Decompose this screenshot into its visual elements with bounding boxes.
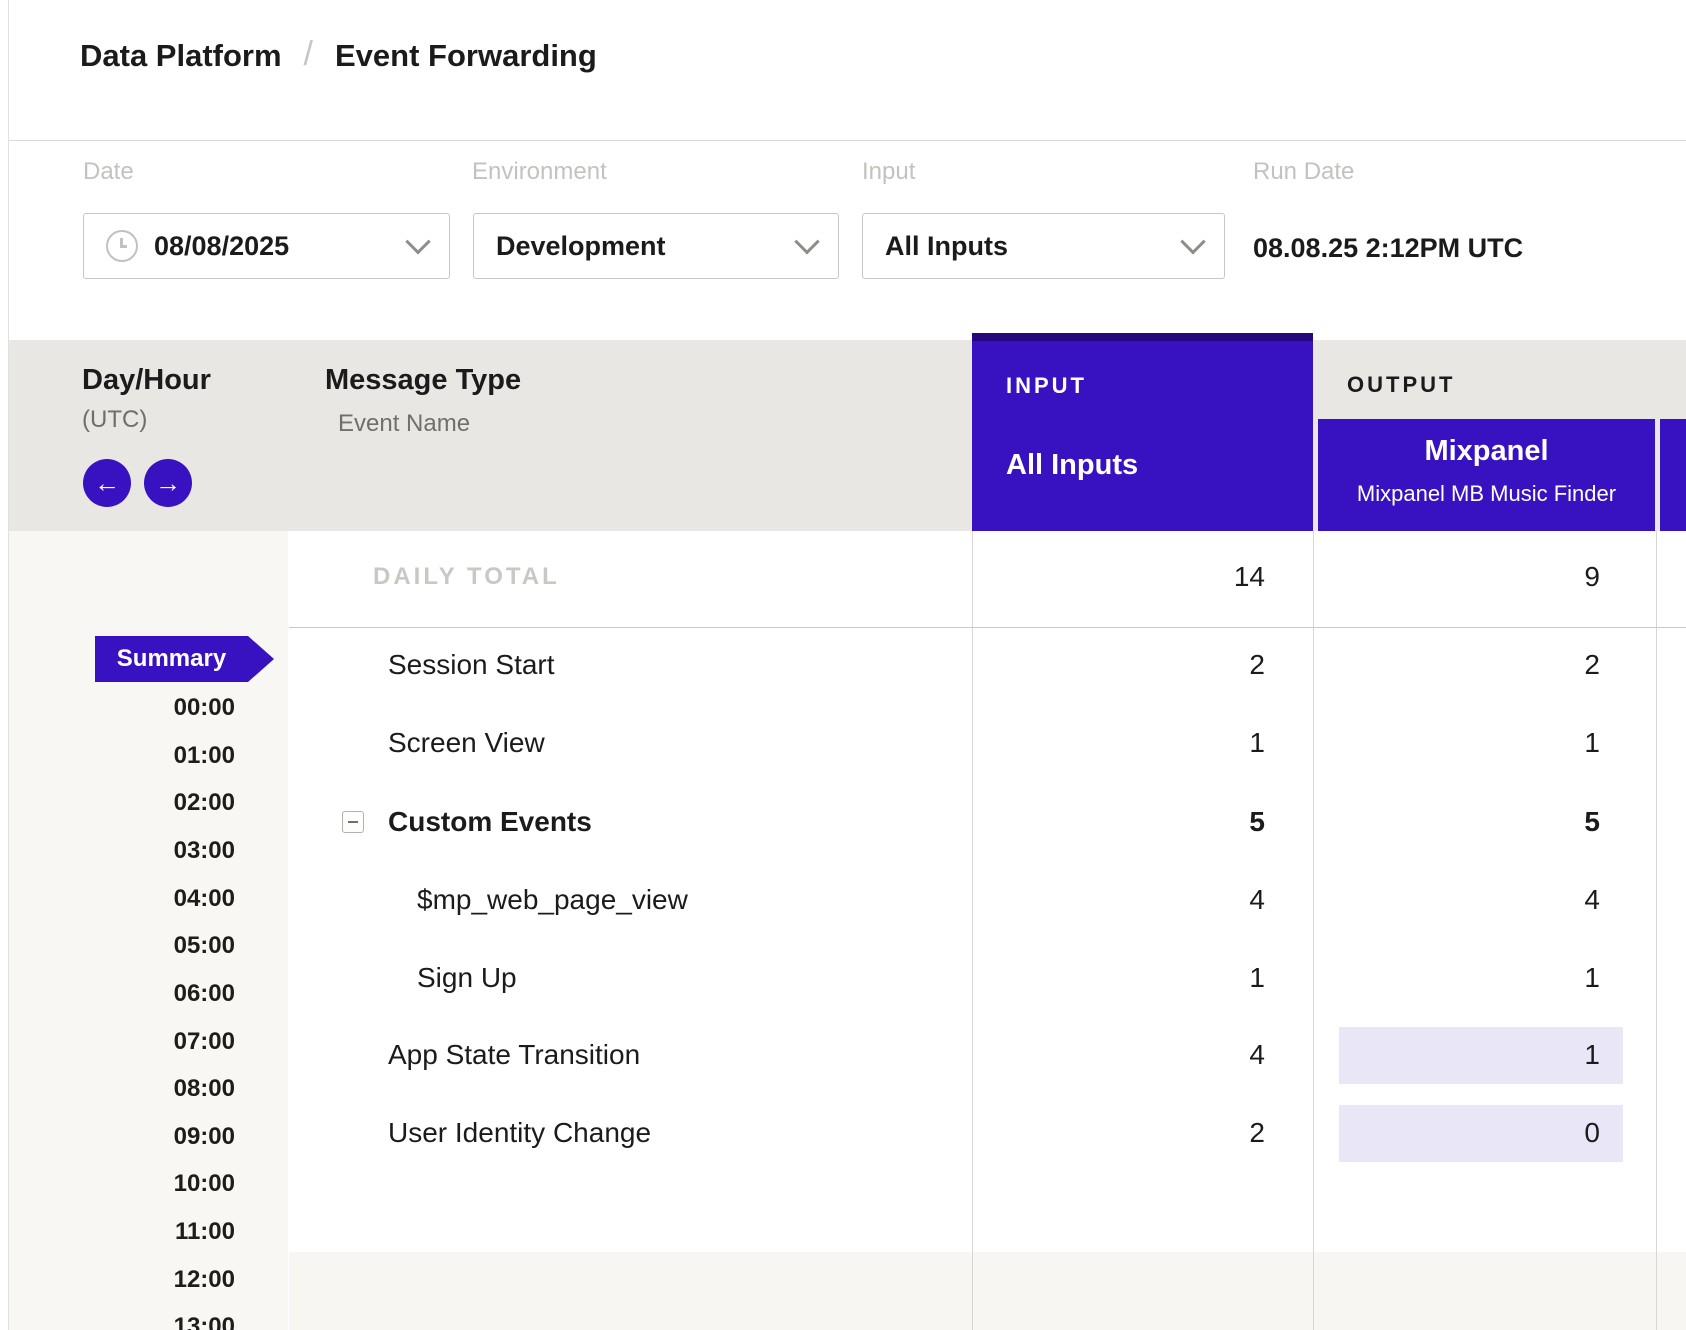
environment-dropdown[interactable]: Development (473, 213, 839, 279)
row-output-value: 2 (1314, 649, 1600, 681)
hour-row-label[interactable]: 04:00 (9, 885, 235, 913)
run-date-value: 08.08.25 2:12PM UTC (1253, 233, 1523, 264)
hour-row-label[interactable]: 06:00 (9, 980, 235, 1008)
message-type-column-subtitle: Event Name (338, 410, 470, 438)
input-filter-label: Input (862, 158, 915, 186)
row-input-value: 2 (973, 1117, 1265, 1149)
hour-row-label[interactable]: 11:00 (9, 1218, 235, 1246)
run-date-label: Run Date (1253, 158, 1354, 186)
hour-row-label[interactable]: 05:00 (9, 932, 235, 960)
row-label: Custom Events (388, 806, 592, 838)
summary-badge-label: Summary (95, 636, 248, 682)
row-input-value: 1 (973, 727, 1265, 759)
row-input-value: 5 (973, 806, 1265, 838)
hour-row-label[interactable]: 08:00 (9, 1075, 235, 1103)
hour-row-label[interactable]: 09:00 (9, 1123, 235, 1151)
next-output-column-fragment (1660, 419, 1686, 531)
row-output-value: 1 (1314, 1039, 1600, 1071)
page-title: Event Forwarding (335, 38, 597, 74)
hour-row-label[interactable]: 02:00 (9, 789, 235, 817)
row-label: Session Start (388, 649, 555, 681)
chevron-down-icon (1180, 229, 1205, 254)
input-column-accent-strip (972, 333, 1313, 341)
row-output-value: 1 (1314, 962, 1600, 994)
chevron-down-icon (405, 229, 430, 254)
row-input-value: 4 (973, 1039, 1265, 1071)
hour-row-label[interactable]: 00:00 (9, 694, 235, 722)
output-column-name: Mixpanel (1318, 435, 1655, 468)
daily-total-output-value: 9 (1314, 561, 1600, 593)
breadcrumb-separator: / (304, 35, 313, 74)
message-type-column-title: Message Type (325, 364, 521, 397)
row-label: $mp_web_page_view (417, 884, 688, 916)
row-input-value: 4 (973, 884, 1265, 916)
input-column-header[interactable]: INPUT All Inputs (972, 333, 1313, 531)
environment-dropdown-value: Development (496, 231, 666, 262)
next-day-button[interactable]: → (144, 459, 192, 507)
breadcrumb-section[interactable]: Data Platform (80, 38, 282, 74)
date-filter-label: Date (83, 158, 134, 186)
output-column-subtitle: Mixpanel MB Music Finder (1318, 481, 1655, 507)
row-output-value: 5 (1314, 806, 1600, 838)
day-hour-column-subtitle: (UTC) (82, 406, 147, 434)
row-input-value: 2 (973, 649, 1265, 681)
hour-row-label[interactable]: 12:00 (9, 1266, 235, 1294)
daily-total-label: DAILY TOTAL (373, 563, 560, 591)
row-label: App State Transition (388, 1039, 640, 1071)
table-footer-band (289, 1252, 1686, 1330)
row-output-value: 1 (1314, 727, 1600, 759)
row-label: User Identity Change (388, 1117, 651, 1149)
daily-total-separator (289, 627, 1686, 628)
row-label: Sign Up (417, 962, 517, 994)
date-dropdown-value: 08/08/2025 (154, 231, 289, 262)
row-label: Screen View (388, 727, 545, 759)
row-input-value: 1 (973, 962, 1265, 994)
output-group-label: OUTPUT (1347, 372, 1455, 398)
arrow-left-icon: ← (94, 468, 120, 499)
hour-row-label[interactable]: 13:00 (9, 1313, 235, 1330)
input-column-name: All Inputs (1006, 449, 1138, 482)
previous-day-button[interactable]: ← (83, 459, 131, 507)
input-dropdown[interactable]: All Inputs (862, 213, 1225, 279)
collapse-minus-icon[interactable] (342, 811, 364, 833)
day-hour-column-title: Day/Hour (82, 364, 211, 397)
date-dropdown[interactable]: 08/08/2025 (83, 213, 450, 279)
input-group-label: INPUT (1006, 373, 1087, 399)
hour-row-label[interactable]: 01:00 (9, 742, 235, 770)
breadcrumb: Data Platform / Event Forwarding (80, 36, 597, 75)
row-output-value: 4 (1314, 884, 1600, 916)
input-dropdown-value: All Inputs (885, 231, 1008, 262)
summary-row-badge[interactable]: Summary (95, 636, 274, 682)
header-divider (9, 140, 1686, 141)
output-column-header-mixpanel[interactable]: Mixpanel Mixpanel MB Music Finder (1318, 419, 1655, 531)
summary-badge-arrow (248, 636, 274, 682)
row-output-value: 0 (1314, 1117, 1600, 1149)
daily-total-input-value: 14 (973, 561, 1265, 593)
hour-row-label[interactable]: 10:00 (9, 1170, 235, 1198)
environment-filter-label: Environment (472, 158, 607, 186)
hour-row-label[interactable]: 07:00 (9, 1028, 235, 1056)
arrow-right-icon: → (155, 468, 181, 499)
hour-row-label[interactable]: 03:00 (9, 837, 235, 865)
clock-icon (106, 230, 138, 262)
column-divider-output-next (1656, 531, 1657, 1330)
event-forwarding-page: Data Platform / Event Forwarding Date En… (0, 0, 1686, 1330)
chevron-down-icon (794, 229, 819, 254)
